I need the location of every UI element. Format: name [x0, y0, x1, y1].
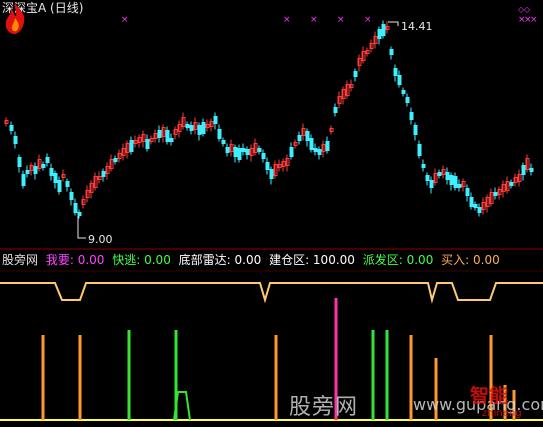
candle-body: [245, 149, 250, 155]
candle-body: [429, 180, 434, 188]
indicator-dibu-leida: 底部雷达: 0.00: [178, 253, 262, 267]
candle-body: [409, 112, 414, 120]
indicator-name: 股旁网: [2, 253, 39, 267]
candle-body: [45, 157, 50, 163]
indicator-legend: 股旁网 我要: 0.00 快逃: 0.00 底部雷达: 0.00 建仓区: 10…: [2, 253, 504, 267]
candle-body: [197, 125, 202, 135]
candle-body: [377, 29, 382, 39]
top-marker: ×: [337, 15, 345, 25]
candle-body: [305, 131, 310, 141]
candle-body: [257, 148, 262, 152]
candle-body: [449, 175, 454, 185]
candle-body: [53, 173, 58, 183]
low-price-label: 9.00: [88, 233, 113, 246]
high-arrow: [388, 21, 399, 26]
candle-body: [25, 170, 30, 174]
top-marker: ×: [121, 15, 129, 25]
candle-body: [65, 181, 70, 187]
watermark-logo-text: 智能: [470, 385, 509, 407]
candle-body: [521, 165, 526, 175]
low-arrow: [77, 216, 86, 239]
candle-body: [69, 192, 74, 200]
top-marker: ×: [364, 15, 372, 25]
flame-logo-icon: [5, 2, 25, 34]
candle-body: [417, 144, 422, 156]
candle-body: [465, 188, 470, 196]
candle-body: [473, 204, 478, 208]
stock-chart-canvas: ×××××××××◇◇: [0, 5, 543, 421]
candle-body: [325, 141, 330, 151]
candle-body: [201, 122, 206, 134]
candle-body: [401, 90, 406, 94]
candle-body: [393, 68, 398, 76]
candle-body: [269, 169, 274, 179]
candle-body: [437, 172, 442, 176]
candle-body: [509, 182, 514, 186]
candle-body: [73, 203, 78, 213]
candle-body: [469, 197, 474, 207]
candle-body: [33, 166, 38, 174]
candle-body: [169, 138, 174, 142]
candle-body: [261, 153, 266, 159]
candle-body: [265, 162, 270, 170]
candle-body: [493, 192, 498, 196]
candle-body: [113, 158, 118, 162]
candle-body: [49, 168, 54, 176]
candle-body: [425, 175, 430, 181]
candle-body: [313, 148, 318, 152]
candle-body: [457, 184, 462, 188]
candle-body: [21, 174, 26, 186]
high-price-label: 14.41: [401, 20, 433, 33]
candle-body: [57, 180, 62, 192]
candle-body: [213, 116, 218, 124]
candle-body: [129, 140, 134, 152]
candle-body: [185, 124, 190, 128]
candle-body: [353, 71, 358, 77]
candle-body: [77, 212, 82, 216]
indicator-jiancangqu: 建仓区: 100.00: [269, 253, 355, 267]
candle-body: [189, 125, 194, 131]
candle-body: [529, 168, 534, 172]
candle-body: [165, 130, 170, 142]
candle-body: [453, 176, 458, 188]
chart-window: ×××××××××◇◇ 深深宝A (日线) 14.41 9.00 股旁网 我要:…: [0, 0, 543, 427]
indicator-paifaqu: 派发区: 0.00: [362, 253, 434, 267]
candle-body: [41, 164, 46, 168]
top-marker: ×: [283, 15, 291, 25]
candle-body: [421, 164, 426, 168]
watermark-logo-url: zhineng: [482, 408, 522, 419]
candle-body: [445, 172, 450, 180]
candle-body: [101, 171, 106, 177]
candle-body: [289, 147, 294, 157]
indicator-woyao: 我要: 0.00: [45, 253, 105, 267]
top-marker: ×: [530, 15, 538, 25]
candle-body: [405, 97, 410, 103]
candle-body: [13, 136, 18, 144]
candle-body: [381, 24, 386, 36]
candle-body: [309, 138, 314, 150]
indicator-kuaitao: 快逃: 0.00: [112, 253, 171, 267]
candle-body: [477, 207, 482, 213]
candle-body: [225, 147, 230, 153]
indicator-mairu: 买入: 0.00: [441, 253, 500, 267]
candle-body: [397, 75, 402, 85]
candle-body: [233, 147, 238, 157]
top-marker: ×: [310, 15, 318, 25]
candle-body: [145, 139, 150, 149]
watermark-site-name: 股旁网: [289, 395, 359, 420]
candle-body: [413, 125, 418, 135]
position-step-line: [0, 282, 543, 304]
candle-body: [241, 148, 246, 152]
candle-body: [317, 149, 322, 155]
candle-body: [221, 140, 226, 144]
candle-body: [157, 130, 162, 138]
candle-body: [237, 148, 242, 160]
candle-body: [389, 49, 394, 55]
top-marker: ◇: [524, 5, 531, 14]
candle-body: [297, 135, 302, 141]
candle-body: [9, 125, 14, 131]
candle-body: [217, 129, 222, 139]
candle-body: [17, 157, 22, 167]
candle-body: [333, 107, 338, 113]
